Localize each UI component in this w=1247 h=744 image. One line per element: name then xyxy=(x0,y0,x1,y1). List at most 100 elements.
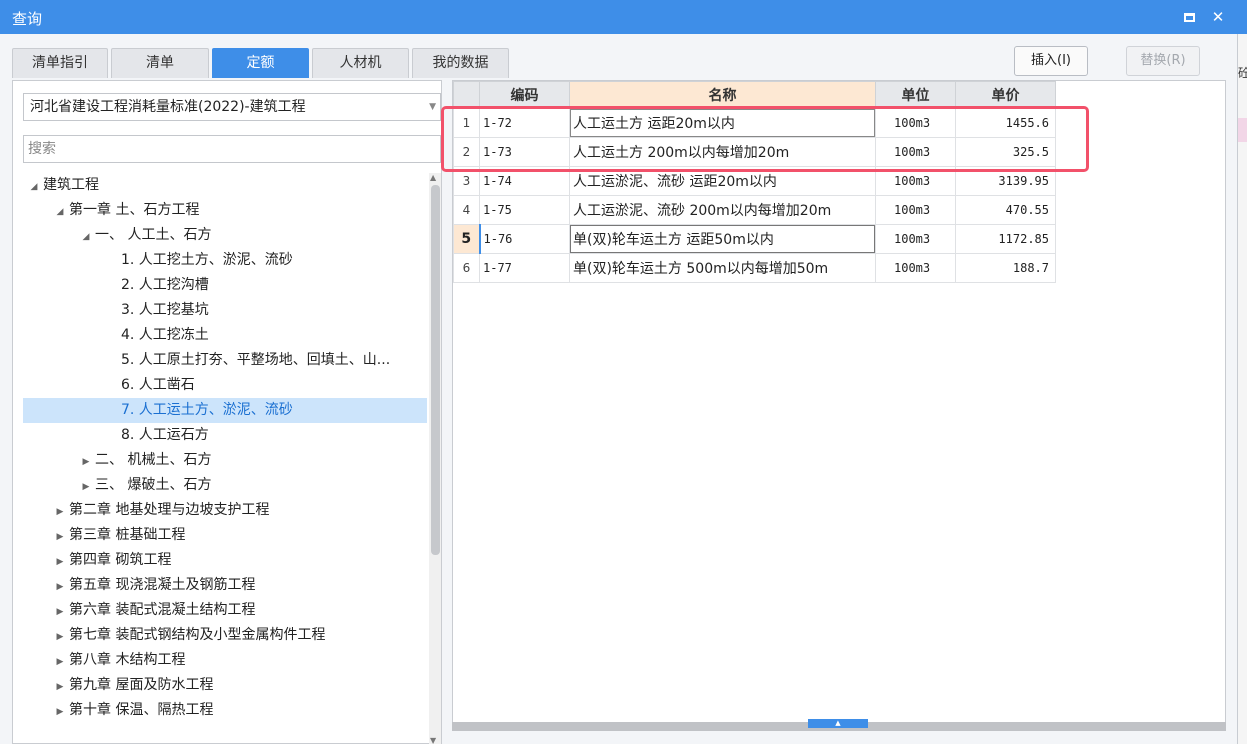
tree-toggle-icon[interactable]: ▶ xyxy=(53,650,67,675)
tree-toggle-icon[interactable]: ◢ xyxy=(53,200,67,225)
cell-price[interactable]: 470.55 xyxy=(955,195,1056,225)
tree-node[interactable]: 6. 人工凿石 xyxy=(23,373,427,398)
cell-unit[interactable]: 100m3 xyxy=(875,224,956,254)
cell-name[interactable]: 人工运淤泥、流砂 200m以内每增加20m xyxy=(569,195,876,225)
cell-code[interactable]: 1-73 xyxy=(479,137,570,167)
column-header-code[interactable]: 编码 xyxy=(479,81,570,109)
scrollbar-thumb[interactable] xyxy=(431,185,440,555)
cell-code[interactable]: 1-72 xyxy=(479,108,570,138)
cell-code[interactable]: 1-76 xyxy=(478,224,570,254)
cell-name[interactable]: 单(双)轮车运土方 运距50m以内 xyxy=(569,224,876,254)
cell-unit[interactable]: 100m3 xyxy=(875,166,956,196)
cell-name[interactable]: 单(双)轮车运土方 500m以内每增加50m xyxy=(569,253,876,283)
tree-toggle-icon[interactable]: ▶ xyxy=(53,625,67,650)
close-icon: ✕ xyxy=(1211,8,1225,26)
tree-scrollbar[interactable]: ▲ ▼ xyxy=(429,173,441,744)
tree-toggle-icon[interactable]: ▶ xyxy=(79,475,93,500)
tree-toggle-icon[interactable]: ▶ xyxy=(53,550,67,575)
tree-node-label: 7. 人工运土方、淤泥、流砂 xyxy=(121,402,293,418)
tree-node[interactable]: ▶ 第八章 木结构工程 xyxy=(23,648,427,673)
tab-bill-guide[interactable]: 清单指引 xyxy=(12,48,108,78)
tree-node[interactable]: ▶ 第五章 现浇混凝土及钢筋工程 xyxy=(23,573,427,598)
insert-button[interactable]: 插入(I) xyxy=(1014,46,1088,76)
tree-node[interactable]: ▶ 第九章 屋面及防水工程 xyxy=(23,673,427,698)
tab-quota[interactable]: 定额 xyxy=(212,48,309,78)
column-header-name[interactable]: 名称 xyxy=(569,81,876,109)
cell-unit[interactable]: 100m3 xyxy=(875,137,956,167)
table-row[interactable]: 1 1-72 人工运土方 运距20m以内 100m3 1455.6 xyxy=(453,108,1056,138)
table-row[interactable]: 3 1-74 人工运淤泥、流砂 运距20m以内 100m3 3139.95 xyxy=(453,166,1056,196)
cell-name[interactable]: 人工运土方 200m以内每增加20m xyxy=(569,137,876,167)
tree-toggle-icon[interactable]: ▶ xyxy=(53,500,67,525)
cell-name[interactable]: 人工运土方 运距20m以内 xyxy=(569,108,876,138)
tree-toggle-icon[interactable]: ▶ xyxy=(53,600,67,625)
tree-node[interactable]: 8. 人工运石方 xyxy=(23,423,427,448)
tree-node[interactable]: 4. 人工挖冻土 xyxy=(23,323,427,348)
row-number: 6 xyxy=(453,253,480,283)
panel-splitter[interactable]: ▲ xyxy=(452,719,1226,731)
cell-price[interactable]: 1172.85 xyxy=(955,224,1056,254)
tab-my-data[interactable]: 我的数据 xyxy=(412,48,509,78)
tree-toggle-icon[interactable]: ◢ xyxy=(79,225,93,250)
table-row[interactable]: 6 1-77 单(双)轮车运土方 500m以内每增加50m 100m3 188.… xyxy=(453,253,1056,283)
tree-toggle-icon[interactable]: ▶ xyxy=(53,575,67,600)
cell-unit[interactable]: 100m3 xyxy=(875,108,956,138)
cell-code[interactable]: 1-75 xyxy=(479,195,570,225)
cell-unit[interactable]: 100m3 xyxy=(875,253,956,283)
tree-toggle-icon[interactable]: ▶ xyxy=(53,700,67,725)
tree-node[interactable]: 5. 人工原土打夯、平整场地、回填土、山... xyxy=(23,348,427,373)
cell-unit[interactable]: 100m3 xyxy=(875,195,956,225)
background-text: 砼 xyxy=(1238,66,1247,80)
tree-node[interactable]: ▶ 第三章 桩基础工程 xyxy=(23,523,427,548)
tree-node[interactable]: ◢ 建筑工程 xyxy=(23,173,427,198)
tree-node[interactable]: ▶ 二、 机械土、石方 xyxy=(23,448,427,473)
tree-node[interactable]: ▶ 第十章 保温、隔热工程 xyxy=(23,698,427,723)
tree-node[interactable]: ▶ 第二章 地基处理与边坡支护工程 xyxy=(23,498,427,523)
cell-price[interactable]: 325.5 xyxy=(955,137,1056,167)
tree-toggle-icon[interactable]: ▶ xyxy=(53,525,67,550)
cell-price[interactable]: 1455.6 xyxy=(955,108,1056,138)
tree-node[interactable]: 2. 人工挖沟槽 xyxy=(23,273,427,298)
column-header-price[interactable]: 单价 xyxy=(955,81,1056,109)
cell-name[interactable]: 人工运淤泥、流砂 运距20m以内 xyxy=(569,166,876,196)
background-highlight xyxy=(1238,118,1247,142)
tree-node-label: 建筑工程 xyxy=(43,177,99,193)
tree-node-label: 第十章 保温、隔热工程 xyxy=(69,702,214,718)
tree-node-label: 第五章 现浇混凝土及钢筋工程 xyxy=(69,577,256,593)
tab-labor-material-machine[interactable]: 人材机 xyxy=(312,48,409,78)
expand-up-icon[interactable]: ▲ xyxy=(808,719,868,728)
table-row[interactable]: 2 1-73 人工运土方 200m以内每增加20m 100m3 325.5 xyxy=(453,137,1056,167)
scroll-down-icon[interactable]: ▼ xyxy=(430,736,436,744)
cell-price[interactable]: 3139.95 xyxy=(955,166,1056,196)
cell-price[interactable]: 188.7 xyxy=(955,253,1056,283)
tree-node[interactable]: 3. 人工挖基坑 xyxy=(23,298,427,323)
tree-node-selected[interactable]: 7. 人工运土方、淤泥、流砂 xyxy=(23,398,427,423)
replace-button[interactable]: 替换(R) xyxy=(1126,46,1200,76)
close-button[interactable]: ✕ xyxy=(1207,6,1229,28)
tree-node[interactable]: ◢ 一、 人工土、石方 xyxy=(23,223,427,248)
row-number: 4 xyxy=(453,195,480,225)
standard-select-value: 河北省建设工程消耗量标准(2022)-建筑工程 xyxy=(30,99,306,115)
search-input[interactable] xyxy=(23,135,441,163)
tree-toggle-icon[interactable]: ▶ xyxy=(79,450,93,475)
table-row[interactable]: 4 1-75 人工运淤泥、流砂 200m以内每增加20m 100m3 470.5… xyxy=(453,195,1056,225)
tree-node[interactable]: ▶ 第四章 砌筑工程 xyxy=(23,548,427,573)
column-header-unit[interactable]: 单位 xyxy=(875,81,956,109)
tree-node-label: 第三章 桩基础工程 xyxy=(69,527,186,543)
restore-button[interactable] xyxy=(1178,6,1200,28)
tree-toggle-icon[interactable]: ◢ xyxy=(27,175,41,200)
tree-node[interactable]: ▶ 第六章 装配式混凝土结构工程 xyxy=(23,598,427,623)
quota-grid-panel: 编码 名称 单位 单价 1 1-72 人工运土方 运距20m以内 100m3 1… xyxy=(452,80,1226,730)
standard-select[interactable]: 河北省建设工程消耗量标准(2022)-建筑工程 ▼ xyxy=(23,93,441,121)
tree-node-label: 5. 人工原土打夯、平整场地、回填土、山... xyxy=(121,352,391,368)
tab-bill[interactable]: 清单 xyxy=(111,48,209,78)
tree-node[interactable]: ▶ 三、 爆破土、石方 xyxy=(23,473,427,498)
table-row-current[interactable]: 5 1-76 单(双)轮车运土方 运距50m以内 100m3 1172.85 xyxy=(453,224,1056,254)
tree-node[interactable]: 1. 人工挖土方、淤泥、流砂 xyxy=(23,248,427,273)
scroll-up-icon[interactable]: ▲ xyxy=(430,173,436,182)
tree-node[interactable]: ◢ 第一章 土、石方工程 xyxy=(23,198,427,223)
tree-toggle-icon[interactable]: ▶ xyxy=(53,675,67,700)
tree-node[interactable]: ▶ 第七章 装配式钢结构及小型金属构件工程 xyxy=(23,623,427,648)
cell-code[interactable]: 1-74 xyxy=(479,166,570,196)
cell-code[interactable]: 1-77 xyxy=(479,253,570,283)
